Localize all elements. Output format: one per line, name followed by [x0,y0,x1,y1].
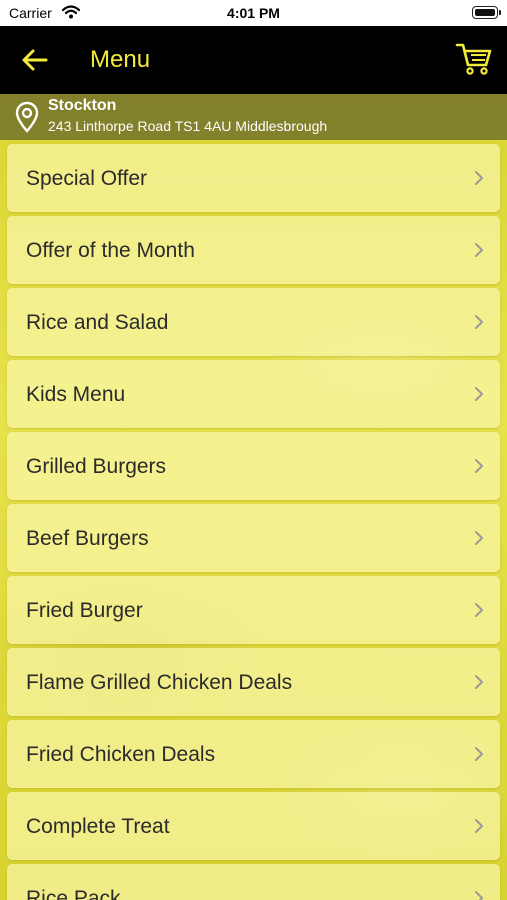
back-button[interactable] [20,46,50,74]
chevron-right-icon [475,459,483,473]
shopping-cart-icon [455,43,492,75]
chevron-right-icon [475,675,483,689]
navigation-bar: Menu [0,26,507,94]
menu-item-label: Offer of the Month [26,239,195,262]
store-address: 243 Linthorpe Road TS1 4AU Middlesbrough [48,118,328,134]
clock-time: 4:01 PM [227,5,280,21]
menu-content[interactable]: Stockton 243 Linthorpe Road TS1 4AU Midd… [0,94,507,900]
arrow-left-icon [22,49,48,71]
menu-item-special-offer[interactable]: Special Offer [7,144,500,212]
menu-item-label: Flame Grilled Chicken Deals [26,671,293,694]
chevron-right-icon [475,315,483,329]
menu-item-label: Fried Chicken Deals [26,743,216,766]
menu-item-fried-chicken-deals[interactable]: Fried Chicken Deals [7,720,500,788]
chevron-right-icon [475,387,483,401]
status-bar: Carrier 4:01 PM [0,0,507,26]
menu-item-label: Fried Burger [26,599,143,622]
menu-item-rice-and-salad[interactable]: Rice and Salad [7,288,500,356]
chevron-right-icon [475,603,483,617]
menu-item-label: Rice Pack [26,887,121,900]
menu-item-label: Complete Treat [26,815,170,838]
menu-item-flame-grilled-chicken-deals[interactable]: Flame Grilled Chicken Deals [7,648,500,716]
menu-item-label: Beef Burgers [26,527,149,550]
menu-item-rice-pack[interactable]: Rice Pack [7,864,500,900]
chevron-right-icon [475,243,483,257]
menu-item-grilled-burgers[interactable]: Grilled Burgers [7,432,500,500]
chevron-right-icon [475,891,483,900]
chevron-right-icon [475,747,483,761]
chevron-right-icon [475,531,483,545]
menu-item-label: Grilled Burgers [26,455,167,478]
menu-item-beef-burgers[interactable]: Beef Burgers [7,504,500,572]
location-pin-icon [15,101,39,133]
chevron-right-icon [475,819,483,833]
battery-icon [472,6,501,19]
chevron-right-icon [475,171,483,185]
menu-item-offer-of-the-month[interactable]: Offer of the Month [7,216,500,284]
menu-item-kids-menu[interactable]: Kids Menu [7,360,500,428]
menu-item-complete-treat[interactable]: Complete Treat [7,792,500,860]
store-name: Stockton [48,97,117,114]
menu-item-fried-burger[interactable]: Fried Burger [7,576,500,644]
menu-item-label: Kids Menu [26,383,126,406]
page-title: Menu [90,46,151,73]
menu-item-label: Rice and Salad [26,311,169,334]
location-bar: Stockton 243 Linthorpe Road TS1 4AU Midd… [0,94,507,140]
cart-button[interactable] [455,41,493,77]
menu-item-label: Special Offer [26,167,148,190]
